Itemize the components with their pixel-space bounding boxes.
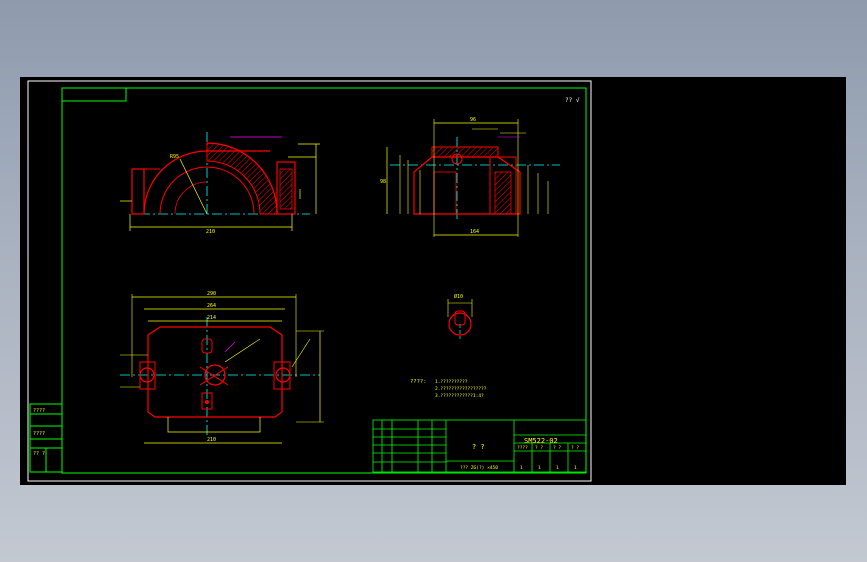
note-line: 3.????????????1:4?	[435, 393, 484, 399]
tech-notes: ????: 1.?????????? 2.????????????????? 3…	[410, 379, 487, 399]
cad-viewport[interactable]: ?? √ ???? ???? ?? ? R95 210 96 164 98 29…	[20, 77, 846, 485]
radius-label: R95	[170, 154, 179, 160]
dim-label: 290	[207, 291, 216, 297]
sheet-frame	[27, 80, 592, 482]
dim-label: 210	[206, 229, 215, 235]
section-view: R95 210	[120, 132, 320, 235]
dim-label: 210	[207, 437, 216, 443]
scale-cell: ? ?	[535, 445, 543, 451]
sub-cell: 1	[556, 465, 559, 471]
sub-cell: 1	[574, 465, 577, 471]
scale-cell: ? ?	[553, 445, 561, 451]
side-table-cell: ????	[33, 431, 45, 437]
front-view: 96 164 98	[380, 117, 560, 237]
side-table	[29, 403, 63, 473]
code-box	[61, 87, 127, 102]
note-line: 1.??????????	[435, 379, 468, 385]
cad-drawing: ?? √ ???? ???? ?? ? R95 210 96 164 98 29…	[27, 80, 592, 482]
part-name: ? ?	[472, 443, 485, 451]
note-line: 2.?????????????????	[435, 386, 487, 392]
dim-label: 96	[470, 117, 476, 123]
scale-cell: ????	[517, 445, 528, 451]
detail-view: Ø10	[447, 293, 473, 339]
scale-cell: ? ?	[571, 445, 579, 451]
sub-cell: 1	[538, 465, 541, 471]
material: ??? ZG(?) ×450	[460, 465, 498, 471]
drawing-number: SM522-02	[524, 437, 558, 445]
sub-cell: 1	[520, 465, 523, 471]
drawing-border	[61, 87, 587, 474]
side-table-cell: ?? ?	[33, 451, 45, 457]
side-table-cell: ????	[33, 408, 45, 414]
dim-label: 264	[207, 303, 216, 309]
dim-label: 98	[380, 179, 386, 185]
dim-label: Ø10	[454, 293, 463, 300]
dim-label: 164	[470, 229, 479, 235]
dim-label: 214	[207, 315, 216, 321]
notes-heading: ????:	[410, 379, 427, 385]
plan-view: 290 264 214 210	[120, 291, 324, 444]
roughness-mark: ?? √	[565, 97, 580, 104]
